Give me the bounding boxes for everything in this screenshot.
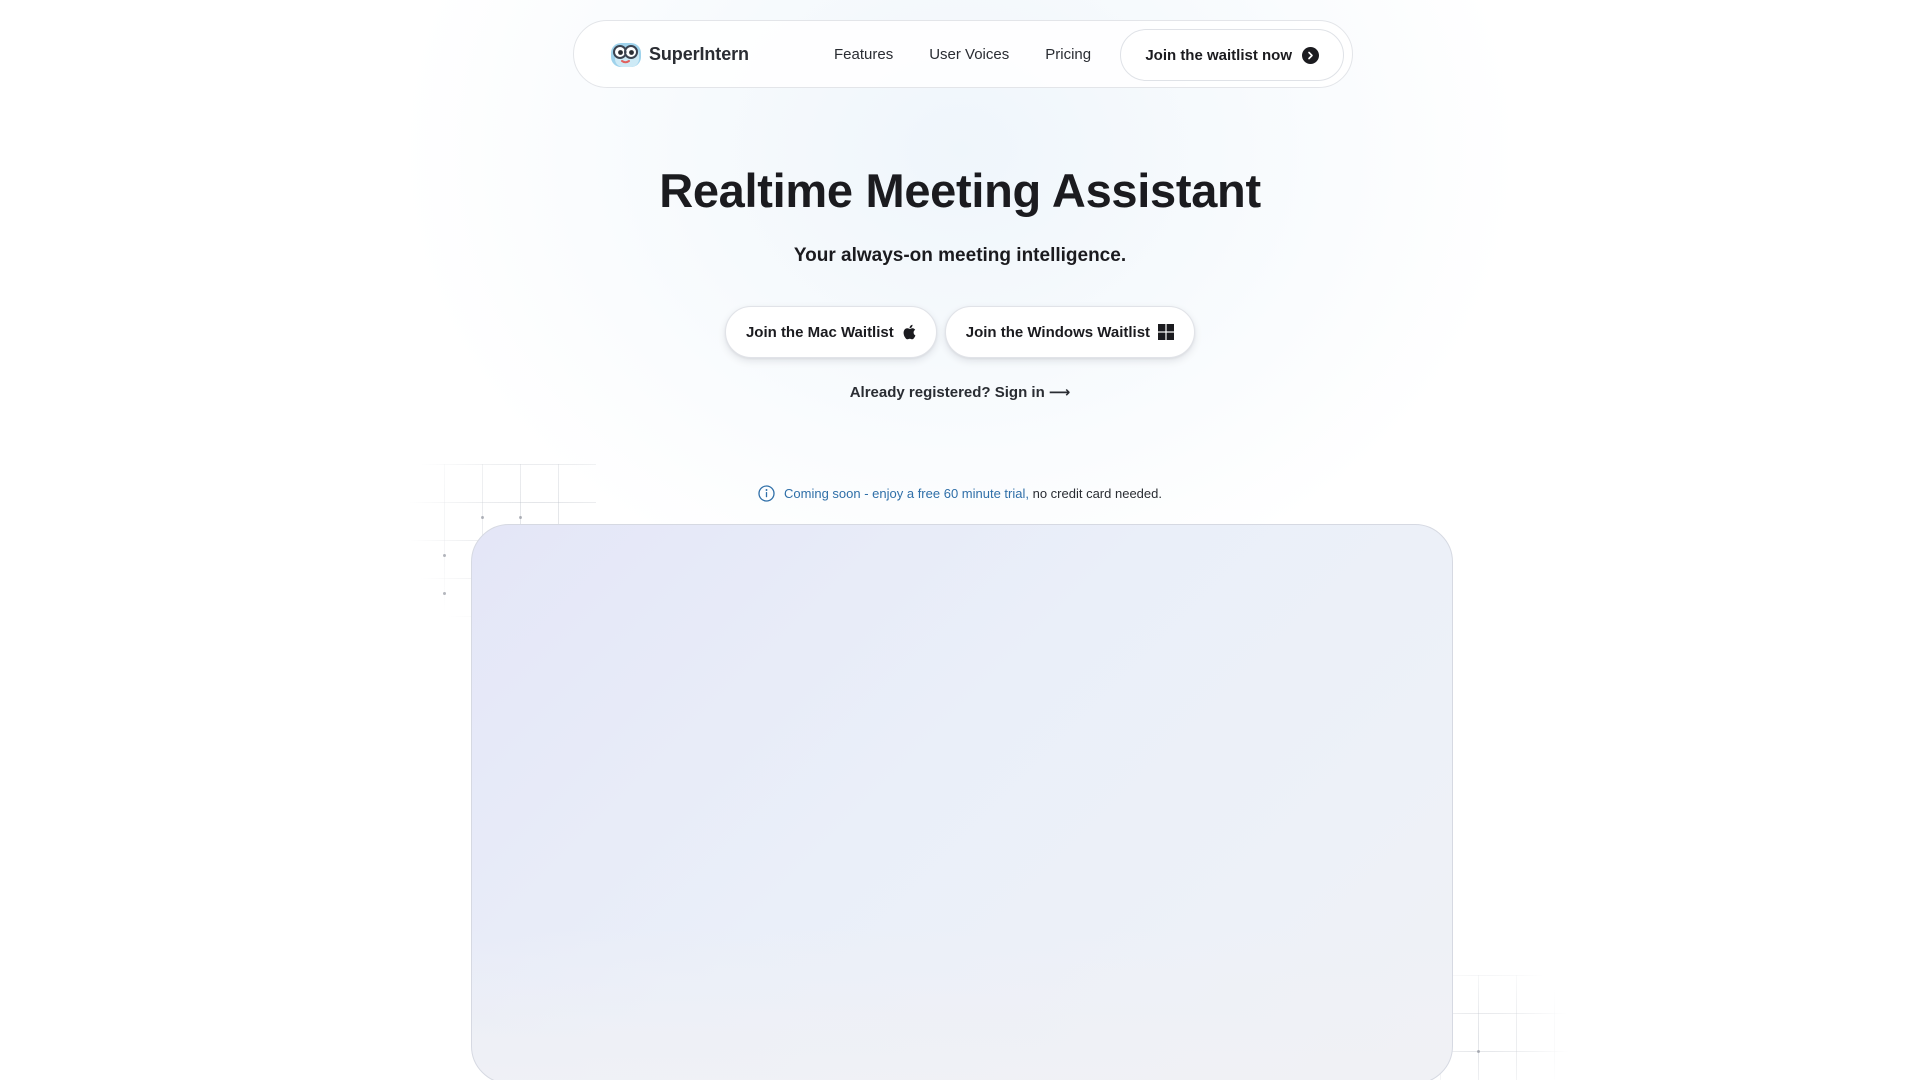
superintern-logo-icon bbox=[611, 43, 641, 67]
windows-waitlist-button[interactable]: Join the Windows Waitlist bbox=[944, 306, 1196, 358]
nav-link-user-voices[interactable]: User Voices bbox=[929, 46, 1009, 63]
mac-waitlist-button[interactable]: Join the Mac Waitlist bbox=[724, 306, 937, 358]
grid-dot bbox=[443, 554, 446, 557]
grid-dot bbox=[481, 516, 484, 519]
page-title: Realtime Meeting Assistant bbox=[659, 164, 1261, 217]
page-subtitle: Your always-on meeting intelligence. bbox=[793, 245, 1127, 266]
nav-link-pricing[interactable]: Pricing bbox=[1045, 46, 1091, 63]
trial-notice-accent: Coming soon - enjoy a free 60 minute tri… bbox=[784, 486, 1029, 501]
sign-in-text: Already registered? Sign in bbox=[849, 384, 1045, 401]
sign-in-link[interactable]: Already registered? Sign in ⟶ bbox=[0, 383, 1920, 401]
arrow-right-circle-icon bbox=[1302, 46, 1319, 64]
join-waitlist-button[interactable]: Join the waitlist now bbox=[1120, 29, 1344, 81]
grid-dot bbox=[519, 516, 522, 519]
windows-waitlist-label: Join the Windows Waitlist bbox=[965, 323, 1151, 341]
nav-link-features[interactable]: Features bbox=[834, 46, 893, 63]
windows-icon bbox=[1158, 324, 1175, 340]
nav-links: Features User Voices Pricing bbox=[834, 21, 1127, 87]
top-navigation: SuperIntern Features User Voices Pricing… bbox=[573, 20, 1353, 88]
product-preview-panel bbox=[471, 524, 1453, 1080]
apple-icon bbox=[903, 324, 916, 340]
waitlist-buttons: Join the Mac Waitlist Join the Windows W… bbox=[0, 306, 1920, 358]
grid-dot bbox=[443, 592, 446, 595]
info-icon bbox=[758, 485, 775, 502]
brand-name: SuperIntern bbox=[649, 43, 749, 64]
mac-waitlist-label: Join the Mac Waitlist bbox=[745, 323, 894, 341]
brand-logo-link[interactable]: SuperIntern bbox=[609, 38, 749, 70]
trial-notice-rest: no credit card needed. bbox=[1032, 486, 1162, 501]
grid-dot bbox=[1477, 1050, 1480, 1053]
decorative-grid-right bbox=[1440, 975, 1580, 1080]
long-arrow-right-icon: ⟶ bbox=[1048, 384, 1071, 401]
trial-notice: Coming soon - enjoy a free 60 minute tri… bbox=[0, 485, 1920, 502]
join-waitlist-label: Join the waitlist now bbox=[1145, 46, 1292, 64]
